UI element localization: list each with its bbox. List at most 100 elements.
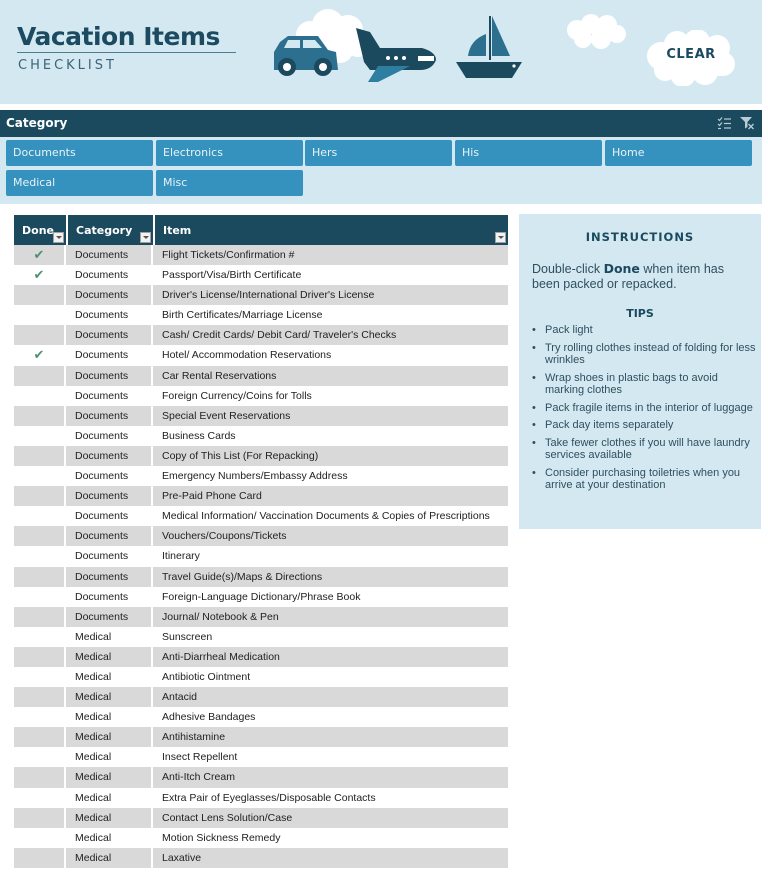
category-cell: Documents bbox=[66, 265, 153, 286]
item-cell: Adhesive Bandages bbox=[162, 711, 256, 724]
done-cell[interactable] bbox=[14, 847, 66, 868]
category-cell: Medical bbox=[66, 767, 153, 788]
item-cell: Antihistamine bbox=[162, 731, 226, 744]
slicer-title: Category bbox=[6, 116, 68, 130]
multi-select-icon[interactable] bbox=[716, 116, 732, 130]
slicer-item-home[interactable]: Home bbox=[605, 140, 752, 166]
category-cell: Documents bbox=[66, 305, 153, 326]
tips-list: Pack light Try rolling clothes instead of… bbox=[532, 324, 757, 497]
table-row: Documents Foreign Currency/Coins for Toll… bbox=[14, 385, 508, 406]
done-cell[interactable] bbox=[14, 747, 66, 768]
done-cell[interactable]: ✔ bbox=[14, 245, 66, 266]
done-cell[interactable] bbox=[14, 666, 66, 688]
instructions-text-part: Double-click bbox=[532, 262, 604, 276]
done-cell[interactable] bbox=[14, 807, 66, 828]
category-cell: Documents bbox=[66, 345, 153, 366]
done-cell[interactable] bbox=[14, 425, 66, 446]
done-cell[interactable] bbox=[14, 566, 66, 587]
travel-art bbox=[274, 9, 522, 82]
category-cell: Medical bbox=[66, 827, 153, 848]
category-slicer: Category Documents Electronics Hers His … bbox=[0, 110, 762, 204]
instructions-panel: INSTRUCTIONS Double-click Done when item… bbox=[519, 214, 761, 529]
done-cell[interactable]: ✔ bbox=[14, 345, 66, 366]
category-cell: Documents bbox=[66, 325, 153, 346]
table-row: Medical Antacid bbox=[14, 687, 508, 708]
done-cell[interactable] bbox=[14, 325, 66, 346]
instructions-text: Double-click Done when item has been pac… bbox=[532, 261, 752, 292]
tip-item: Consider purchasing toiletries when you … bbox=[532, 467, 757, 492]
title-divider bbox=[17, 52, 236, 53]
slicer-header: Category bbox=[0, 110, 762, 137]
done-cell[interactable] bbox=[14, 767, 66, 788]
done-cell[interactable] bbox=[14, 506, 66, 527]
category-cell: Documents bbox=[66, 526, 153, 547]
item-cell: Motion Sickness Remedy bbox=[162, 831, 281, 844]
clear-filter-icon[interactable] bbox=[739, 116, 755, 130]
item-cell: Medical Information/ Vaccination Documen… bbox=[162, 510, 490, 523]
done-cell[interactable] bbox=[14, 445, 66, 467]
checkmark-icon: ✔ bbox=[33, 267, 45, 283]
table-row: Medical Motion Sickness Remedy bbox=[14, 827, 508, 848]
cloud-icon bbox=[567, 14, 626, 49]
done-cell[interactable] bbox=[14, 787, 66, 808]
item-cell: Foreign Currency/Coins for Tolls bbox=[162, 389, 312, 402]
table-row: ✔ Documents Hotel/ Accommodation Reservati… bbox=[14, 345, 508, 366]
clear-button-label: CLEAR bbox=[666, 47, 716, 62]
filter-dropdown-item[interactable] bbox=[495, 232, 506, 243]
category-cell: Documents bbox=[66, 385, 153, 406]
slicer-item-documents[interactable]: Documents bbox=[6, 140, 153, 166]
done-cell[interactable] bbox=[14, 586, 66, 607]
done-cell[interactable] bbox=[14, 546, 66, 567]
table-row: Documents Birth Certificates/Marriage Lic… bbox=[14, 305, 508, 326]
done-cell[interactable] bbox=[14, 405, 66, 426]
table-row: Documents Car Rental Reservations bbox=[14, 365, 508, 386]
done-cell[interactable] bbox=[14, 827, 66, 848]
done-cell[interactable] bbox=[14, 606, 66, 627]
category-cell: Documents bbox=[66, 365, 153, 386]
item-cell: Contact Lens Solution/Case bbox=[162, 811, 293, 824]
header-banner: Vacation Items CHECKLIST CLEAR bbox=[0, 0, 762, 104]
done-cell[interactable] bbox=[14, 365, 66, 386]
done-cell[interactable]: ✔ bbox=[14, 265, 66, 286]
done-cell[interactable] bbox=[14, 707, 66, 728]
filter-dropdown-category[interactable] bbox=[140, 232, 151, 243]
slicer-item-medical[interactable]: Medical bbox=[6, 170, 153, 196]
table-row: Documents Business Cards bbox=[14, 425, 508, 446]
category-cell: Medical bbox=[66, 847, 153, 868]
done-cell[interactable] bbox=[14, 285, 66, 306]
table-row: Documents Pre-Paid Phone Card bbox=[14, 486, 508, 507]
item-cell: Emergency Numbers/Embassy Address bbox=[162, 470, 348, 483]
table-row: Medical Laxative bbox=[14, 847, 508, 868]
tip-item: Try rolling clothes instead of folding f… bbox=[532, 342, 757, 367]
item-cell: Copy of This List (For Repacking) bbox=[162, 449, 319, 462]
slicer-item-electronics[interactable]: Electronics bbox=[156, 140, 303, 166]
filter-dropdown-done[interactable] bbox=[53, 232, 64, 243]
slicer-item-misc[interactable]: Misc bbox=[156, 170, 303, 196]
instructions-title: INSTRUCTIONS bbox=[585, 230, 695, 244]
table-row: Medical Anti-Diarrheal Medication bbox=[14, 646, 508, 667]
table-row: Documents Medical Information/ Vaccinatio… bbox=[14, 506, 508, 527]
done-cell[interactable] bbox=[14, 626, 66, 647]
done-cell[interactable] bbox=[14, 385, 66, 406]
done-cell[interactable] bbox=[14, 466, 66, 487]
done-cell[interactable] bbox=[14, 305, 66, 326]
done-cell[interactable] bbox=[14, 526, 66, 547]
column-header-label: Done bbox=[22, 224, 54, 237]
slicer-item-hers[interactable]: Hers bbox=[305, 140, 452, 166]
done-cell[interactable] bbox=[14, 486, 66, 507]
done-cell[interactable] bbox=[14, 727, 66, 748]
item-cell: Anti-Diarrheal Medication bbox=[162, 650, 280, 663]
table-row: ✔ Documents Flight Tickets/Confirmation # bbox=[14, 245, 508, 266]
category-cell: Documents bbox=[66, 445, 153, 467]
done-cell[interactable] bbox=[14, 687, 66, 708]
table-row: Documents Foreign-Language Dictionary/Phr… bbox=[14, 586, 508, 607]
item-cell: Travel Guide(s)/Maps & Directions bbox=[162, 570, 323, 583]
clear-button[interactable]: CLEAR bbox=[645, 30, 737, 86]
item-cell: Cash/ Credit Cards/ Debit Card/ Traveler… bbox=[162, 329, 397, 342]
slicer-item-his[interactable]: His bbox=[455, 140, 602, 166]
done-cell[interactable] bbox=[14, 646, 66, 667]
table-row: Documents Driver's License/International … bbox=[14, 285, 508, 306]
item-cell: Driver's License/International Driver's … bbox=[162, 289, 375, 302]
tip-item: Take fewer clothes if you will have laun… bbox=[532, 437, 757, 462]
category-cell: Documents bbox=[66, 285, 153, 306]
